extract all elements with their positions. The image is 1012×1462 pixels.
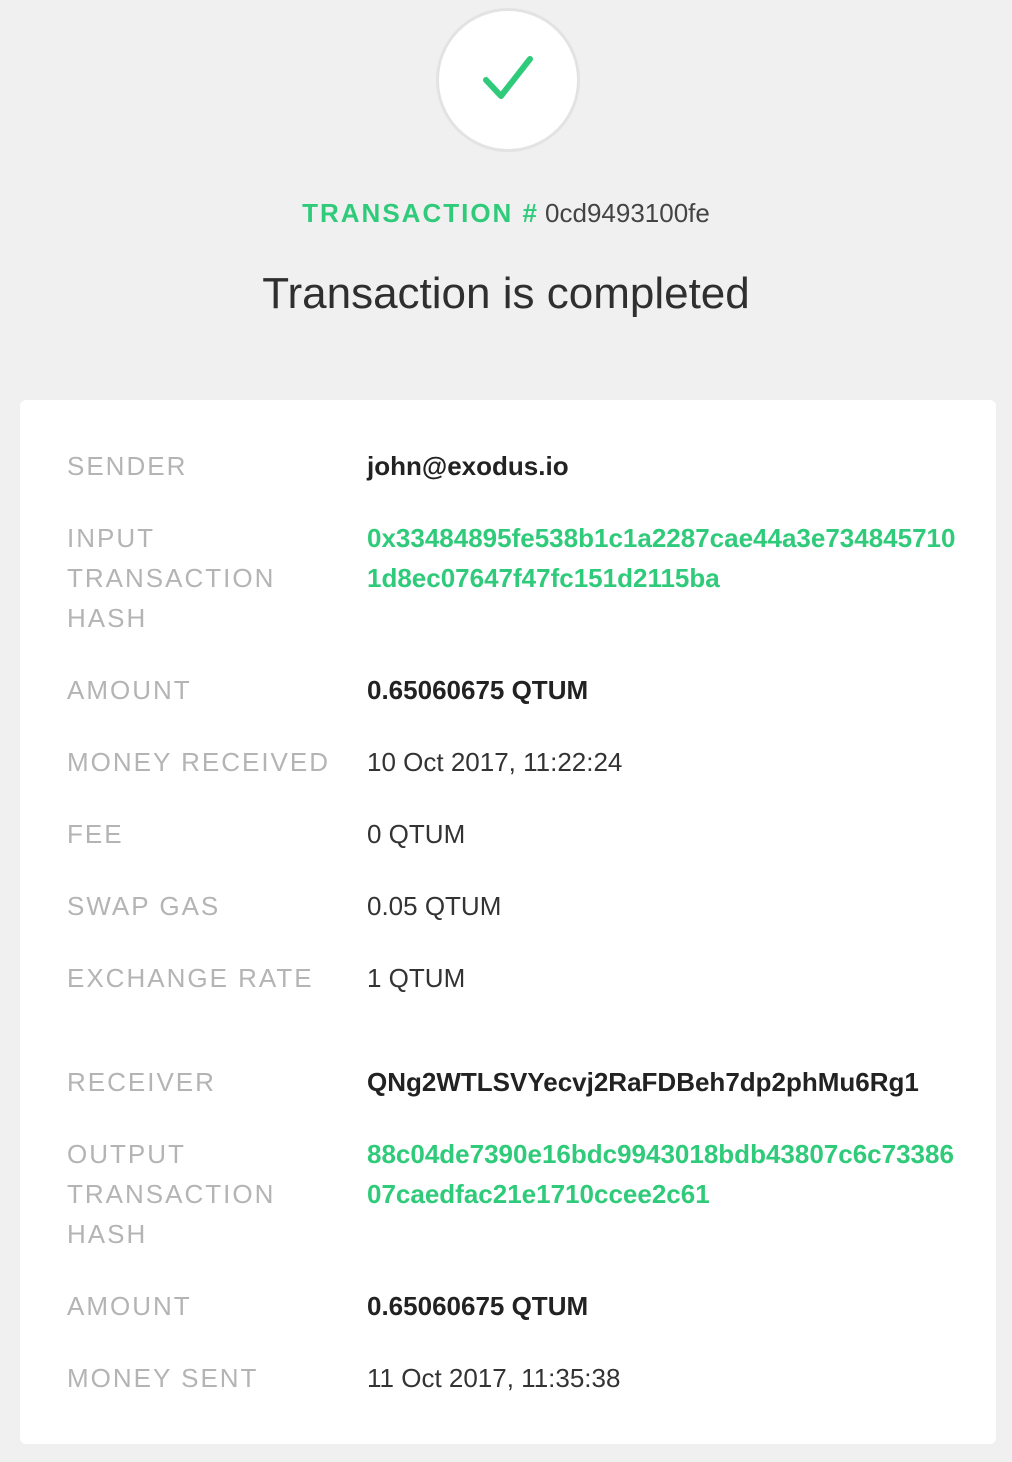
swap-gas-value: 0.05 QTUM [367, 891, 502, 921]
money-received-label: MONEY RECEIVED [67, 747, 331, 777]
transaction-hash: 0cd9493100fe [545, 198, 710, 228]
amount-out-value: 0.65060675 QTUM [367, 1291, 589, 1321]
success-badge [436, 8, 580, 152]
money-sent-value: 11 Oct 2017, 11:35:38 [367, 1363, 621, 1393]
money-sent-label: MONEY SENT [67, 1363, 259, 1393]
input-hash-label: INPUT TRANSACTION HASH [67, 523, 276, 633]
output-hash-link[interactable]: 88c04de7390e16bdc9943018bdb43807c6c73386… [367, 1134, 957, 1214]
checkmark-icon [483, 56, 533, 99]
fee-label: FEE [67, 819, 124, 849]
input-hash-link[interactable]: 0x33484895fe538b1c1a2287cae44a3e73484571… [367, 518, 957, 598]
swap-gas-label: SWAP GAS [67, 891, 221, 921]
amount-in-value: 0.65060675 QTUM [367, 675, 589, 705]
page-title: Transaction is completed [262, 269, 750, 318]
sender-label: SENDER [67, 451, 188, 481]
output-hash-label: OUTPUT TRANSACTION HASH [67, 1139, 276, 1249]
exchange-rate-label: EXCHANGE RATE [67, 963, 314, 993]
money-received-value: 10 Oct 2017, 11:22:24 [367, 747, 623, 777]
exchange-rate-value: 1 QTUM [367, 963, 466, 993]
receiver-label: RECEIVER [67, 1067, 216, 1097]
fee-value: 0 QTUM [367, 819, 466, 849]
sender-value: john@exodus.io [367, 451, 569, 481]
transaction-label: TRANSACTION # [302, 198, 540, 228]
receiver-value: QNg2WTLSVYecvj2RaFDBeh7dp2phMu6Rg1 [367, 1067, 919, 1097]
transaction-details-card: SENDER john@exodus.io INPUT TRANSACTION … [20, 400, 996, 1444]
amount-out-label: AMOUNT [67, 1291, 192, 1321]
amount-in-label: AMOUNT [67, 675, 192, 705]
transaction-id: TRANSACTION #0cd9493100fe [0, 196, 1012, 230]
